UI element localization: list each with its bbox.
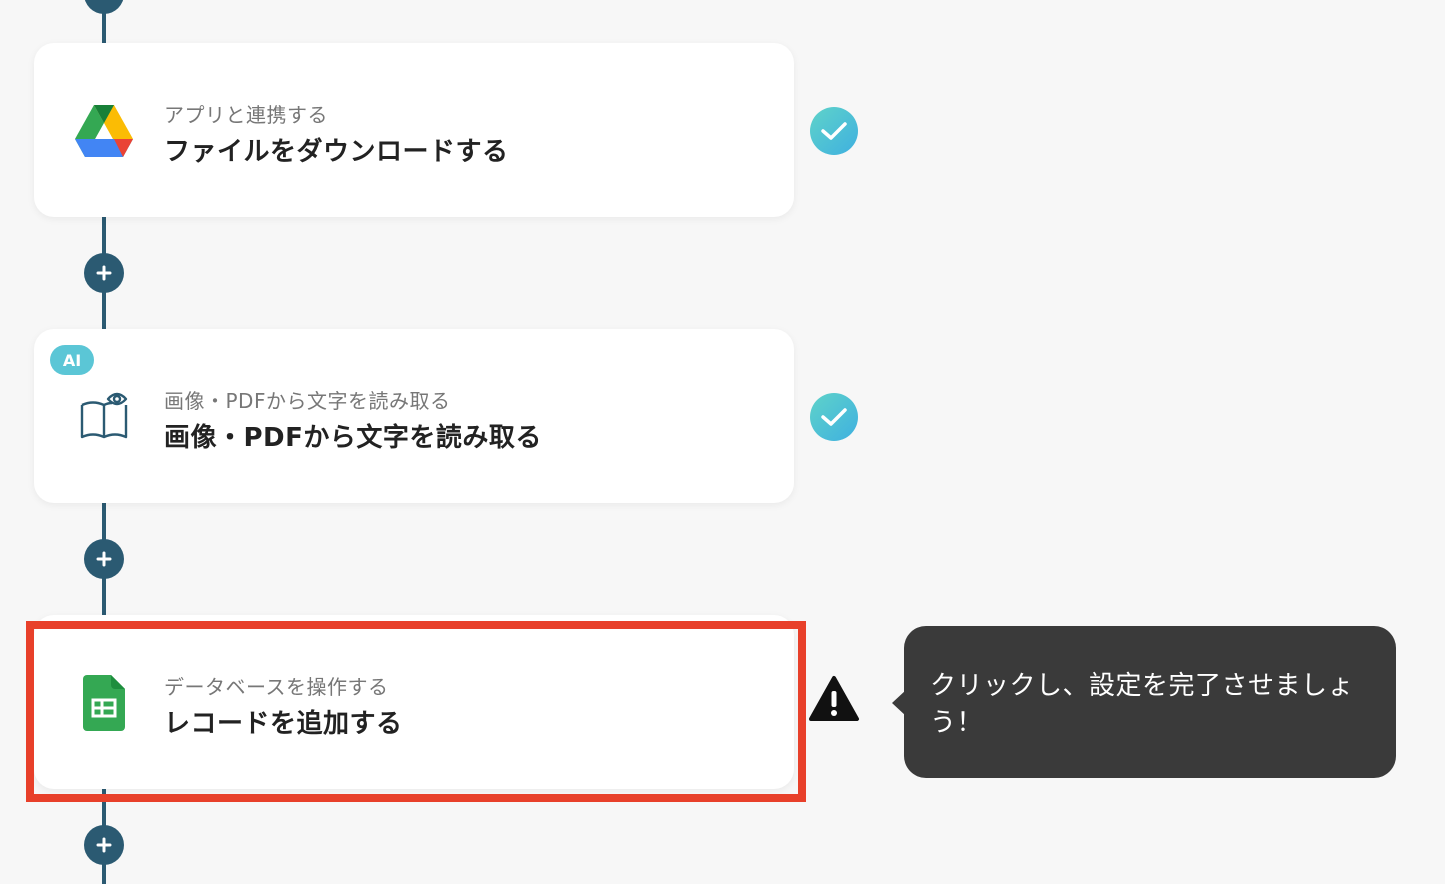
tooltip-text: クリックし、設定を完了させましょう！	[930, 671, 1355, 738]
google-drive-icon	[74, 101, 134, 161]
plus-icon	[96, 837, 112, 853]
step-subtitle: アプリと連携する	[164, 103, 328, 127]
step-subtitle: 画像・PDFから文字を読み取る	[164, 389, 451, 413]
complete-check-icon	[810, 107, 858, 155]
book-eye-icon	[74, 387, 134, 447]
step-title: 画像・PDFから文字を読み取る	[164, 423, 542, 453]
warning-icon[interactable]	[808, 675, 860, 723]
step-title: レコードを追加する	[164, 709, 403, 739]
plus-icon	[96, 265, 112, 281]
setup-tooltip: クリックし、設定を完了させましょう！	[904, 626, 1396, 778]
add-step-button-top[interactable]	[84, 0, 124, 14]
ai-badge: AI	[50, 345, 94, 375]
plus-icon	[96, 551, 112, 567]
add-step-button[interactable]	[84, 825, 124, 865]
complete-check-icon	[810, 393, 858, 441]
step-card-ocr[interactable]: 画像・PDFから文字を読み取る 画像・PDFから文字を読み取る	[34, 329, 794, 503]
step-title: ファイルをダウンロードする	[164, 137, 509, 167]
step-card-download-file[interactable]: アプリと連携する ファイルをダウンロードする	[34, 43, 794, 217]
step-subtitle: データベースを操作する	[164, 675, 389, 699]
add-step-button[interactable]	[84, 539, 124, 579]
add-step-button[interactable]	[84, 253, 124, 293]
step-card-add-record[interactable]: データベースを操作する レコードを追加する	[34, 615, 794, 789]
google-sheets-icon	[74, 673, 134, 733]
